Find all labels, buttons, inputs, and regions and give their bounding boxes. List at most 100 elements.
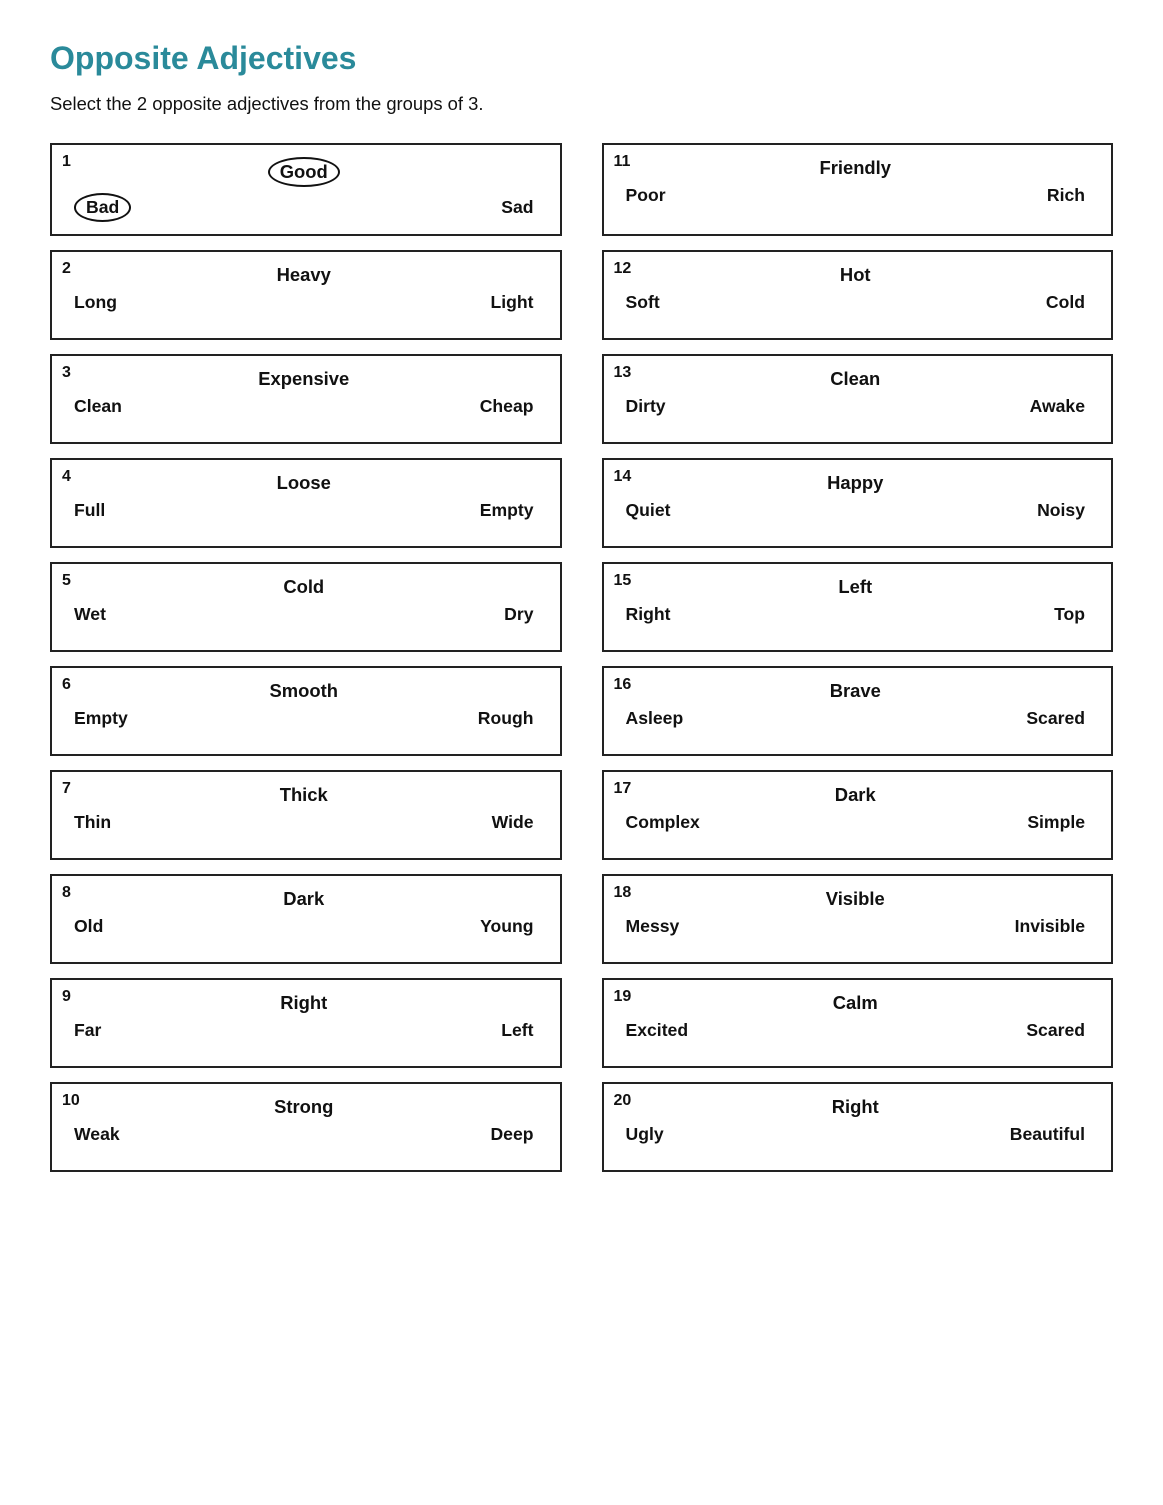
card-number: 14 [614, 468, 632, 486]
card-number: 5 [62, 572, 71, 590]
card-bottom-words: FullEmpty [64, 500, 544, 521]
card-word-right: Top [1054, 604, 1085, 625]
card-top-word: Dark [616, 782, 1096, 808]
card-number: 1 [62, 153, 71, 171]
card-number: 12 [614, 260, 632, 278]
card-bottom-words: ComplexSimple [616, 812, 1096, 833]
card-word-left: Ugly [626, 1124, 664, 1145]
card-bottom-words: Messy Invisible [616, 916, 1096, 937]
card-top-word: Right [64, 990, 544, 1016]
adjective-card-8: 8DarkOldYoung [50, 874, 562, 964]
card-word-left: Clean [74, 396, 122, 417]
card-word-right: Awake [1030, 396, 1085, 417]
card-top-word: Brave [616, 678, 1096, 704]
card-word-right: Rich [1047, 185, 1085, 206]
card-word-left: Thin [74, 812, 111, 833]
card-bottom-words: Right Top [616, 604, 1096, 625]
card-word-left: Complex [626, 812, 700, 833]
adjectives-grid: 1GoodBadSad11FriendlyPoorRich2HeavyLongL… [50, 143, 1113, 1172]
adjective-card-4: 4Loose FullEmpty [50, 458, 562, 548]
card-word-left: Long [74, 292, 117, 313]
card-word-right: Noisy [1037, 500, 1085, 521]
card-bottom-words: Empty Rough [64, 708, 544, 729]
card-word-right: Sad [501, 197, 533, 218]
card-number: 9 [62, 988, 71, 1006]
adjective-card-20: 20RightUglyBeautiful [602, 1082, 1114, 1172]
card-number: 10 [62, 1092, 80, 1110]
card-word-right: Rough [478, 708, 534, 729]
card-top-word: Happy [616, 470, 1096, 496]
card-number: 2 [62, 260, 71, 278]
adjective-card-12: 12HotSoftCold [602, 250, 1114, 340]
card-number: 6 [62, 676, 71, 694]
card-top-word: Dark [64, 886, 544, 912]
card-top-word: Loose [64, 470, 544, 496]
adjective-card-13: 13Clean DirtyAwake [602, 354, 1114, 444]
adjective-card-7: 7ThickThinWide [50, 770, 562, 860]
page-title: Opposite Adjectives [50, 40, 1113, 77]
card-top-word: Good [64, 155, 544, 189]
card-word-left: Poor [626, 185, 666, 206]
subtitle: Select the 2 opposite adjectives from th… [50, 93, 1113, 115]
card-top-word: Expensive [64, 366, 544, 392]
adjective-card-9: 9Right Far Left [50, 978, 562, 1068]
adjective-card-6: 6SmoothEmptyRough [50, 666, 562, 756]
adjective-card-14: 14Happy Quiet Noisy [602, 458, 1114, 548]
adjective-card-15: 15LeftRightTop [602, 562, 1114, 652]
adjective-card-3: 3Expensive CleanCheap [50, 354, 562, 444]
card-bottom-words: Weak Deep [64, 1124, 544, 1145]
card-bottom-words: Soft Cold [616, 292, 1096, 313]
card-bottom-words: Asleep Scared [616, 708, 1096, 729]
card-word-left: Right [626, 604, 671, 625]
card-word-left: Quiet [626, 500, 671, 521]
adjective-card-10: 10Strong Weak Deep [50, 1082, 562, 1172]
card-word-left: Weak [74, 1124, 120, 1145]
card-word-left: Empty [74, 708, 128, 729]
card-bottom-words: Wet Dry [64, 604, 544, 625]
card-word-left: Messy [626, 916, 680, 937]
card-bottom-words: ExcitedScared [616, 1020, 1096, 1041]
card-bottom-words: Ugly Beautiful [616, 1124, 1096, 1145]
card-word-right: Beautiful [1010, 1124, 1085, 1145]
card-word-left: Wet [74, 604, 106, 625]
card-word-right: Dry [504, 604, 533, 625]
card-number: 20 [614, 1092, 632, 1110]
card-bottom-words: DirtyAwake [616, 396, 1096, 417]
card-word-right: Young [480, 916, 533, 937]
card-word-right: Cold [1046, 292, 1085, 313]
card-word-left: Asleep [626, 708, 684, 729]
card-word-right: Invisible [1015, 916, 1085, 937]
card-bottom-words: BadSad [64, 193, 544, 222]
card-bottom-words: Poor Rich [616, 185, 1096, 206]
card-number: 18 [614, 884, 632, 902]
card-top-word: Calm [616, 990, 1096, 1016]
card-word-left: Full [74, 500, 105, 521]
card-number: 3 [62, 364, 71, 382]
adjective-card-5: 5ColdWetDry [50, 562, 562, 652]
adjective-card-11: 11FriendlyPoorRich [602, 143, 1114, 236]
card-number: 4 [62, 468, 71, 486]
adjective-card-1: 1Good BadSad [50, 143, 562, 236]
card-word-left: Soft [626, 292, 660, 313]
card-word-left: Old [74, 916, 103, 937]
card-top-word: Visible [616, 886, 1096, 912]
card-word-right: Scared [1026, 708, 1085, 729]
card-word-right: Deep [490, 1124, 533, 1145]
card-number: 16 [614, 676, 632, 694]
card-bottom-words: CleanCheap [64, 396, 544, 417]
card-top-word: Clean [616, 366, 1096, 392]
card-bottom-words: ThinWide [64, 812, 544, 833]
card-word-right: Scared [1026, 1020, 1085, 1041]
card-word-left: Far [74, 1020, 101, 1041]
card-number: 15 [614, 572, 632, 590]
card-bottom-words: Quiet Noisy [616, 500, 1096, 521]
card-bottom-words: LongLight [64, 292, 544, 313]
card-word-right: Left [501, 1020, 533, 1041]
card-number: 7 [62, 780, 71, 798]
card-top-word: Friendly [616, 155, 1096, 181]
card-number: 19 [614, 988, 632, 1006]
adjective-card-16: 16Brave Asleep Scared [602, 666, 1114, 756]
card-number: 13 [614, 364, 632, 382]
card-top-word: Heavy [64, 262, 544, 288]
card-top-word: Strong [64, 1094, 544, 1120]
